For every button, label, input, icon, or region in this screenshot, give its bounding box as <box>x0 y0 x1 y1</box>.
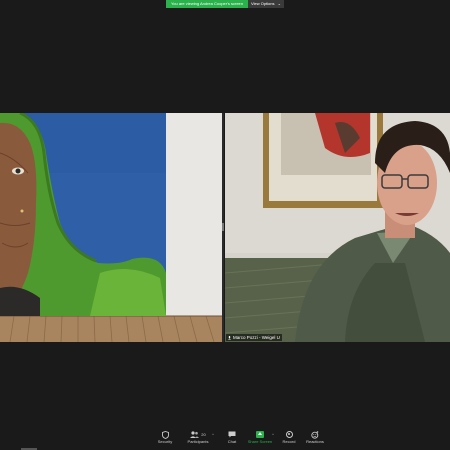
chevron-down-icon: ⌄ <box>277 1 281 6</box>
divider-grip[interactable] <box>222 223 224 231</box>
participants-button[interactable]: 20 Participants ^ <box>181 430 215 445</box>
participant-name: Marco Pozzi - Weigel U <box>233 335 280 340</box>
speaker-video[interactable]: Marco Pozzi - Weigel U <box>225 113 450 342</box>
viewing-screen-indicator: You are viewing Andrea Cooper's screen <box>166 0 248 8</box>
split-divider[interactable] <box>222 113 224 342</box>
participants-label: Participants <box>187 439 209 444</box>
chat-icon <box>228 431 236 438</box>
share-screen-icon <box>256 431 264 438</box>
meeting-toolbar: Security 20 Participants ^ Chat Share Sc… <box>0 428 450 450</box>
security-label: Security <box>157 439 173 444</box>
reactions-icon <box>311 430 319 439</box>
shield-icon <box>161 430 169 439</box>
view-options-label: View Options <box>251 1 275 6</box>
microphone-icon <box>228 335 231 340</box>
screen-share-banner: You are viewing Andrea Cooper's screen V… <box>166 0 284 8</box>
shared-photo <box>0 113 222 342</box>
view-options-button[interactable]: View Options ⌄ <box>248 0 284 8</box>
shared-screen[interactable] <box>0 113 222 342</box>
participant-name-tag: Marco Pozzi - Weigel U <box>226 334 282 341</box>
participants-icon <box>190 431 200 438</box>
security-button[interactable]: Security <box>148 430 182 445</box>
top-bar: You are viewing Andrea Cooper's screen V… <box>0 0 450 9</box>
participants-count: 20 <box>201 432 206 437</box>
participants-menu-caret[interactable]: ^ <box>212 432 214 437</box>
reactions-label: Reactions <box>306 439 324 444</box>
record-icon <box>285 431 293 438</box>
reactions-button[interactable]: Reactions <box>298 430 332 445</box>
speaker-video-frame <box>225 113 450 342</box>
